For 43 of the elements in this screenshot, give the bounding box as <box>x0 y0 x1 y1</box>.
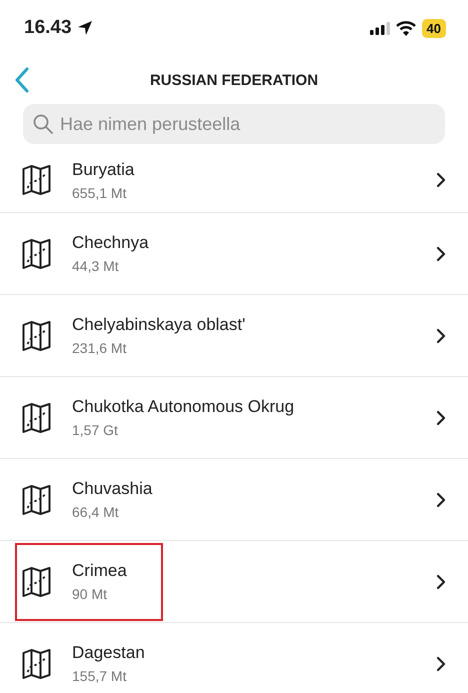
chevron-icon <box>436 492 446 508</box>
region-name: Chelyabinskaya oblast' <box>72 315 246 335</box>
map-icon <box>21 164 52 196</box>
back-icon[interactable] <box>14 67 30 93</box>
region-row[interactable]: Crimea 90 Mt <box>0 541 468 623</box>
location-arrow-icon <box>76 20 93 36</box>
map-icon <box>21 238 52 270</box>
region-size: 1,57 Gt <box>72 422 119 438</box>
region-name: Dagestan <box>72 643 146 663</box>
battery-level: 40 <box>422 18 446 38</box>
chevron-icon <box>436 574 446 590</box>
wifi-icon <box>396 20 416 36</box>
region-row[interactable]: Dagestan 155,7 Mt <box>0 623 468 693</box>
page-title: RUSSIAN FEDERATION <box>150 72 318 88</box>
map-icon <box>21 484 52 516</box>
region-size: 90 Mt <box>72 586 108 602</box>
region-row[interactable]: Chukotka Autonomous Okrug 1,57 Gt <box>0 377 468 459</box>
region-row[interactable]: Chechnya 44,3 Mt <box>0 213 468 295</box>
region-row[interactable]: Chelyabinskaya oblast' 231,6 Mt <box>0 295 468 377</box>
region-name: Chechnya <box>72 233 150 253</box>
region-row[interactable]: Chuvashia 66,4 Mt <box>0 459 468 541</box>
region-size: 155,7 Mt <box>72 668 128 684</box>
signal-icon <box>370 22 390 34</box>
region-size: 655,1 Mt <box>72 184 128 200</box>
region-size: 44,3 Mt <box>72 258 120 274</box>
region-name: Buryatia <box>72 160 136 180</box>
map-icon <box>21 566 52 598</box>
map-icon <box>21 320 52 352</box>
region-name: Chukotka Autonomous Okrug <box>72 397 296 417</box>
chevron-icon <box>436 328 446 344</box>
map-icon <box>21 648 52 680</box>
region-name: Crimea <box>72 561 128 581</box>
region-row[interactable]: Buryatia 655,1 Mt <box>0 148 468 213</box>
region-name: Chuvashia <box>72 479 154 499</box>
region-size: 66,4 Mt <box>72 504 120 520</box>
region-size: 231,6 Mt <box>72 340 128 356</box>
clock-time: 16.43 <box>24 17 72 39</box>
chevron-icon <box>436 656 446 672</box>
search-field[interactable]: Hae nimen perusteella <box>23 104 445 144</box>
chevron-icon <box>436 410 446 426</box>
chevron-icon <box>436 172 446 188</box>
chevron-icon <box>436 246 446 262</box>
map-icon <box>21 402 52 434</box>
